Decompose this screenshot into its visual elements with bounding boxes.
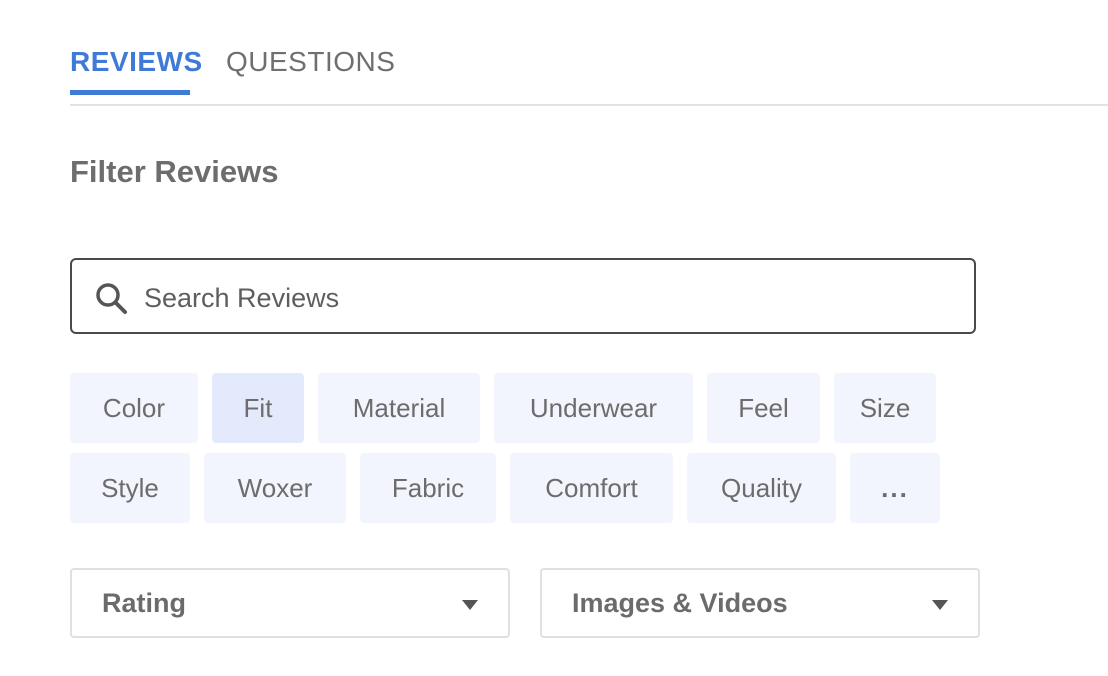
chip-comfort[interactable]: Comfort bbox=[510, 453, 673, 523]
chip-quality[interactable]: Quality bbox=[687, 453, 836, 523]
rating-dropdown-label: Rating bbox=[102, 588, 186, 618]
chip-size[interactable]: Size bbox=[834, 373, 936, 443]
chip-fit[interactable]: Fit bbox=[212, 373, 304, 443]
images-videos-dropdown-label: Images & Videos bbox=[572, 588, 788, 618]
caret-down-icon bbox=[932, 600, 948, 610]
chip-material[interactable]: Material bbox=[318, 373, 480, 443]
chip-color[interactable]: Color bbox=[70, 373, 198, 443]
more-chips-button[interactable]: ... bbox=[850, 453, 940, 523]
chip-underwear[interactable]: Underwear bbox=[494, 373, 693, 443]
rating-dropdown[interactable]: Rating bbox=[70, 568, 510, 638]
chip-feel[interactable]: Feel bbox=[707, 373, 820, 443]
caret-down-icon bbox=[462, 600, 478, 610]
review-tabs: REVIEWS QUESTIONS bbox=[70, 0, 1108, 106]
search-input[interactable] bbox=[142, 274, 946, 322]
search-box[interactable] bbox=[70, 258, 976, 334]
chip-style[interactable]: Style bbox=[70, 453, 190, 523]
chip-fabric[interactable]: Fabric bbox=[360, 453, 496, 523]
search-icon bbox=[94, 281, 128, 315]
tab-reviews[interactable]: REVIEWS bbox=[70, 44, 202, 95]
images-videos-dropdown[interactable]: Images & Videos bbox=[540, 568, 980, 638]
filter-title: Filter Reviews bbox=[70, 154, 279, 189]
tab-questions[interactable]: QUESTIONS bbox=[226, 44, 395, 80]
chip-woxer[interactable]: Woxer bbox=[204, 453, 346, 523]
